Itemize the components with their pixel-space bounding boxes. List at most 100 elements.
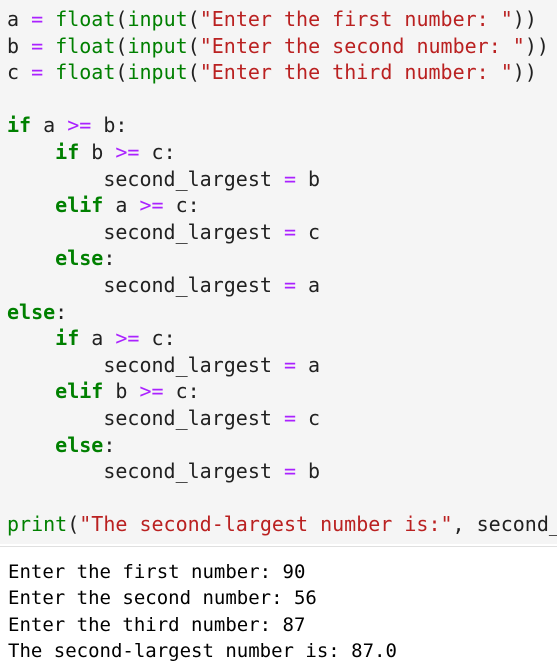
code-line: a = float(input("Enter the first number:… xyxy=(7,6,557,33)
code-token: else xyxy=(7,299,56,324)
code-token: = xyxy=(283,405,296,430)
code-token: b xyxy=(103,379,140,404)
code-token: second_largest xyxy=(7,166,284,191)
code-token: ( xyxy=(187,33,200,58)
code-token: else xyxy=(55,432,104,457)
code-token: )) xyxy=(512,60,537,85)
code-token: else xyxy=(55,246,104,271)
code-token: second_largest xyxy=(7,405,284,430)
code-token: c xyxy=(296,219,321,244)
code-token: , second_ xyxy=(452,512,557,537)
code-line: if b >= c: xyxy=(7,139,557,166)
code-line: else: xyxy=(7,245,557,272)
code-token: "Enter the first number: " xyxy=(199,7,513,31)
code-token: = xyxy=(283,272,296,297)
code-token: >= xyxy=(67,113,92,138)
code-token: elif xyxy=(55,193,104,218)
code-token: : xyxy=(55,299,68,324)
code-token: "Enter the third number: " xyxy=(199,60,513,85)
code-line: elif a >= c: xyxy=(7,192,557,219)
code-token: second_largest xyxy=(7,272,284,297)
code-token: : xyxy=(103,246,116,271)
code-token: = xyxy=(31,33,44,58)
code-token: c xyxy=(296,405,321,430)
code-token: input xyxy=(127,33,188,58)
code-line: second_largest = b xyxy=(7,166,557,193)
code-token: >= xyxy=(115,326,140,351)
code-token: input xyxy=(127,60,188,85)
output-line: Enter the third number: 87 xyxy=(8,613,306,636)
code-token: second_largest xyxy=(7,219,284,244)
output-area: Enter the first number: 90 Enter the seco… xyxy=(0,546,557,672)
code-line: b = float(input("Enter the second number… xyxy=(7,33,557,60)
code-token: elif xyxy=(55,379,104,404)
code-token: print xyxy=(7,512,68,537)
code-token: a xyxy=(103,193,140,218)
code-token: b xyxy=(296,459,321,484)
code-line: if a >= b: xyxy=(7,112,557,139)
code-line: print("The second-largest number is:", s… xyxy=(7,511,557,538)
code-token: = xyxy=(31,60,44,85)
code-token: ( xyxy=(187,7,200,31)
code-token: second_largest xyxy=(7,459,284,484)
code-token: = xyxy=(283,219,296,244)
code-token: b xyxy=(79,139,116,164)
code-token: ( xyxy=(187,60,200,85)
code-token: second_largest xyxy=(7,352,284,377)
code-line: second_largest = a xyxy=(7,352,557,379)
code-token: a xyxy=(31,113,68,138)
code-token: = xyxy=(283,459,296,484)
code-token: c: xyxy=(163,193,200,218)
output-line: Enter the second number: 56 xyxy=(8,587,317,610)
code-token: c xyxy=(7,60,20,85)
code-token: "The second-largest number is:" xyxy=(79,512,453,537)
output-text: Enter the first number: 90 Enter the seco… xyxy=(0,547,557,665)
code-token: a xyxy=(7,7,20,31)
code-token: = xyxy=(31,7,44,31)
code-token: b: xyxy=(91,113,128,138)
code-token: input xyxy=(127,7,188,31)
code-token: ( xyxy=(115,7,128,31)
code-token: float xyxy=(55,7,116,31)
code-line: else: xyxy=(7,432,557,459)
code-token: = xyxy=(283,166,296,191)
code-token: a xyxy=(296,352,321,377)
code-token: )) xyxy=(512,7,537,31)
code-token: float xyxy=(55,33,116,58)
code-token: ( xyxy=(115,33,128,58)
code-line: if a >= c: xyxy=(7,325,557,352)
code-token: >= xyxy=(115,139,140,164)
code-token: ( xyxy=(67,512,80,537)
code-token: c: xyxy=(163,379,200,404)
code-token: "Enter the second number: " xyxy=(199,33,525,58)
code-editor[interactable]: a = float(input("Enter the first number:… xyxy=(0,0,557,538)
code-token: a xyxy=(296,272,321,297)
code-token: = xyxy=(283,352,296,377)
output-line: Enter the first number: 90 xyxy=(8,561,306,583)
code-line: second_largest = c xyxy=(7,219,557,246)
code-token: if xyxy=(55,326,80,351)
code-token: if xyxy=(7,113,32,138)
code-line: elif b >= c: xyxy=(7,378,557,405)
code-token: b xyxy=(7,33,20,58)
code-token: )) xyxy=(524,33,549,58)
code-line: second_largest = a xyxy=(7,272,557,299)
code-token: if xyxy=(55,139,80,164)
code-line: c = float(input("Enter the third number:… xyxy=(7,59,557,86)
code-token: a xyxy=(79,326,116,351)
code-line: second_largest = c xyxy=(7,405,557,432)
code-cell[interactable]: a = float(input("Enter the first number:… xyxy=(0,0,557,544)
code-token: >= xyxy=(139,193,164,218)
